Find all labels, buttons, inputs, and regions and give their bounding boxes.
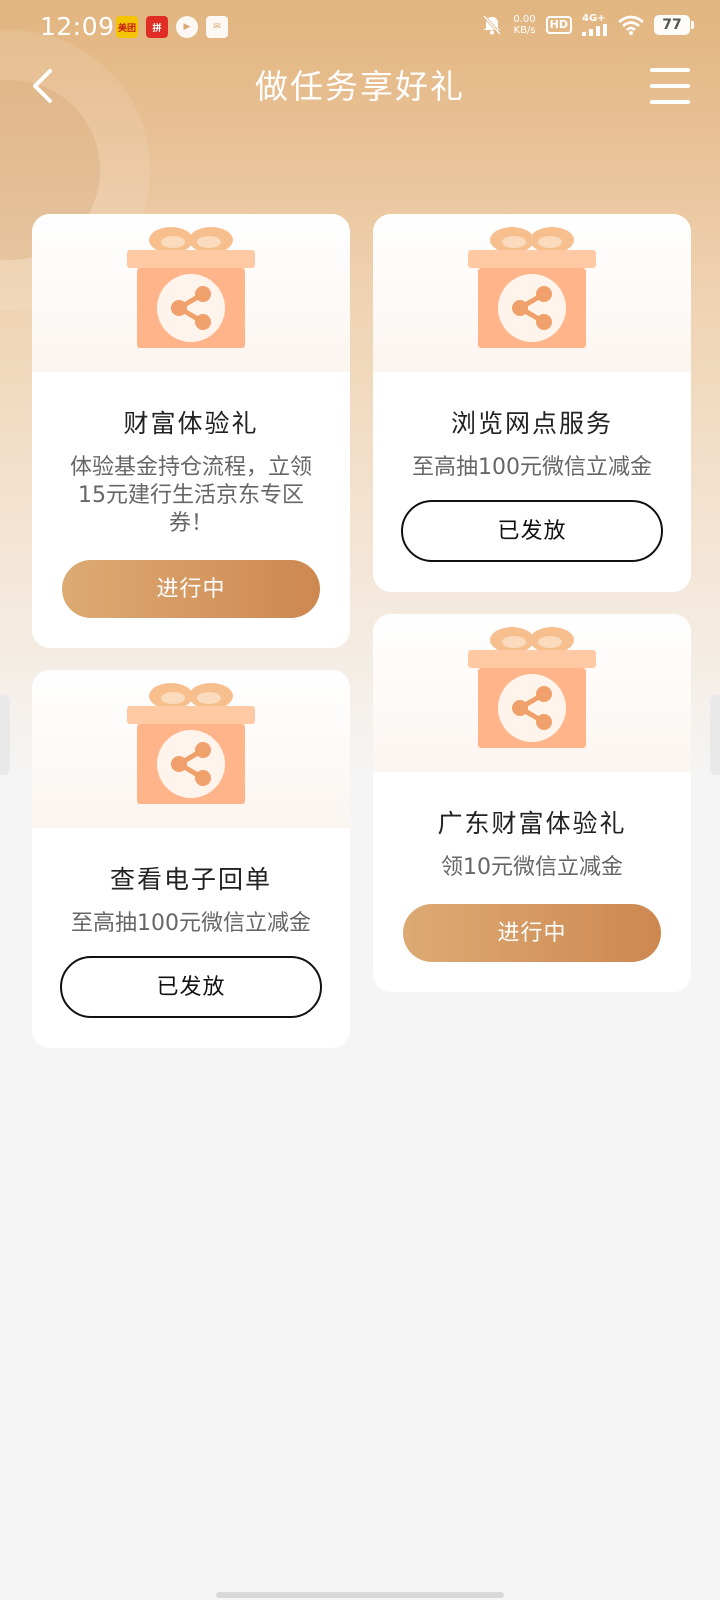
gift-share-icon [127, 683, 255, 804]
issued-button[interactable]: 已发放 [60, 956, 322, 1018]
task-title: 查看电子回单 [109, 865, 272, 894]
page: 12:09 美团 拼 ▶ ✉ 0.00 KB/s HD 4G+ 77 做任务享好… [0, 0, 720, 1600]
status-bar: 12:09 美团 拼 ▶ ✉ 0.00 KB/s HD 4G+ 77 [0, 0, 720, 56]
home-indicator[interactable] [216, 1592, 504, 1598]
status-time: 12:09 [40, 12, 115, 41]
pinduoduo-app-icon: 拼 [146, 16, 168, 38]
task-description: 至高抽100元微信立减金 [71, 911, 311, 936]
task-card-wealth-experience: 财富体验礼 体验基金持仓流程，立领15元建行生活京东专区券！ 进行中 [32, 214, 350, 648]
meituan-app-icon: 美团 [116, 16, 138, 38]
task-title: 财富体验礼 [123, 409, 259, 438]
network-type-label: 4G+ [582, 13, 606, 24]
app-header: 做任务享好礼 [0, 56, 720, 128]
wifi-icon [618, 15, 644, 35]
menu-icon-bar [650, 68, 690, 72]
notification-icons: 美团 拼 ▶ ✉ [116, 16, 228, 38]
signal-bars-icon [582, 24, 607, 36]
task-description: 体验基金持仓流程，立领15元建行生活京东专区券！ [69, 455, 312, 536]
task-title: 浏览网点服务 [450, 409, 613, 438]
task-card-e-receipt: 查看电子回单 至高抽100元微信立减金 已发放 [32, 670, 350, 1048]
issued-button[interactable]: 已发放 [401, 500, 663, 562]
gift-share-icon [127, 227, 255, 348]
bell-muted-icon [483, 15, 502, 35]
network-speed: 0.00 KB/s [513, 14, 535, 36]
card-image-area [32, 214, 350, 372]
card-image-area [373, 214, 691, 372]
task-description: 领10元微信立减金 [441, 855, 623, 880]
menu-button[interactable] [648, 66, 692, 106]
task-description: 至高抽100元微信立减金 [412, 455, 652, 480]
task-card-guangdong-wealth: 广东财富体验礼 领10元微信立减金 进行中 [373, 614, 691, 992]
in-progress-button[interactable]: 进行中 [62, 560, 320, 618]
menu-icon-bar [650, 84, 690, 88]
gift-share-icon [468, 227, 596, 348]
page-title: 做任务享好礼 [255, 67, 465, 106]
gift-share-icon [468, 627, 596, 748]
mail-app-icon: ✉ [206, 16, 228, 38]
in-progress-button[interactable]: 进行中 [403, 904, 661, 962]
hd-badge: HD [545, 16, 572, 34]
task-title: 广东财富体验礼 [437, 809, 627, 838]
right-edge-handle [710, 695, 720, 775]
card-image-area [32, 670, 350, 828]
battery-indicator: 77 [654, 15, 694, 35]
network-speed-unit: KB/s [513, 25, 536, 36]
video-app-icon: ▶ [176, 16, 198, 38]
menu-icon-bar [650, 100, 690, 104]
card-image-area [373, 614, 691, 772]
network-speed-value: 0.00 [513, 14, 536, 25]
task-card-browse-outlets: 浏览网点服务 至高抽100元微信立减金 已发放 [373, 214, 691, 592]
system-icons: 0.00 KB/s HD 4G+ 77 [481, 14, 694, 36]
left-edge-handle [0, 695, 10, 775]
cellular-signal: 4G+ [582, 14, 608, 36]
